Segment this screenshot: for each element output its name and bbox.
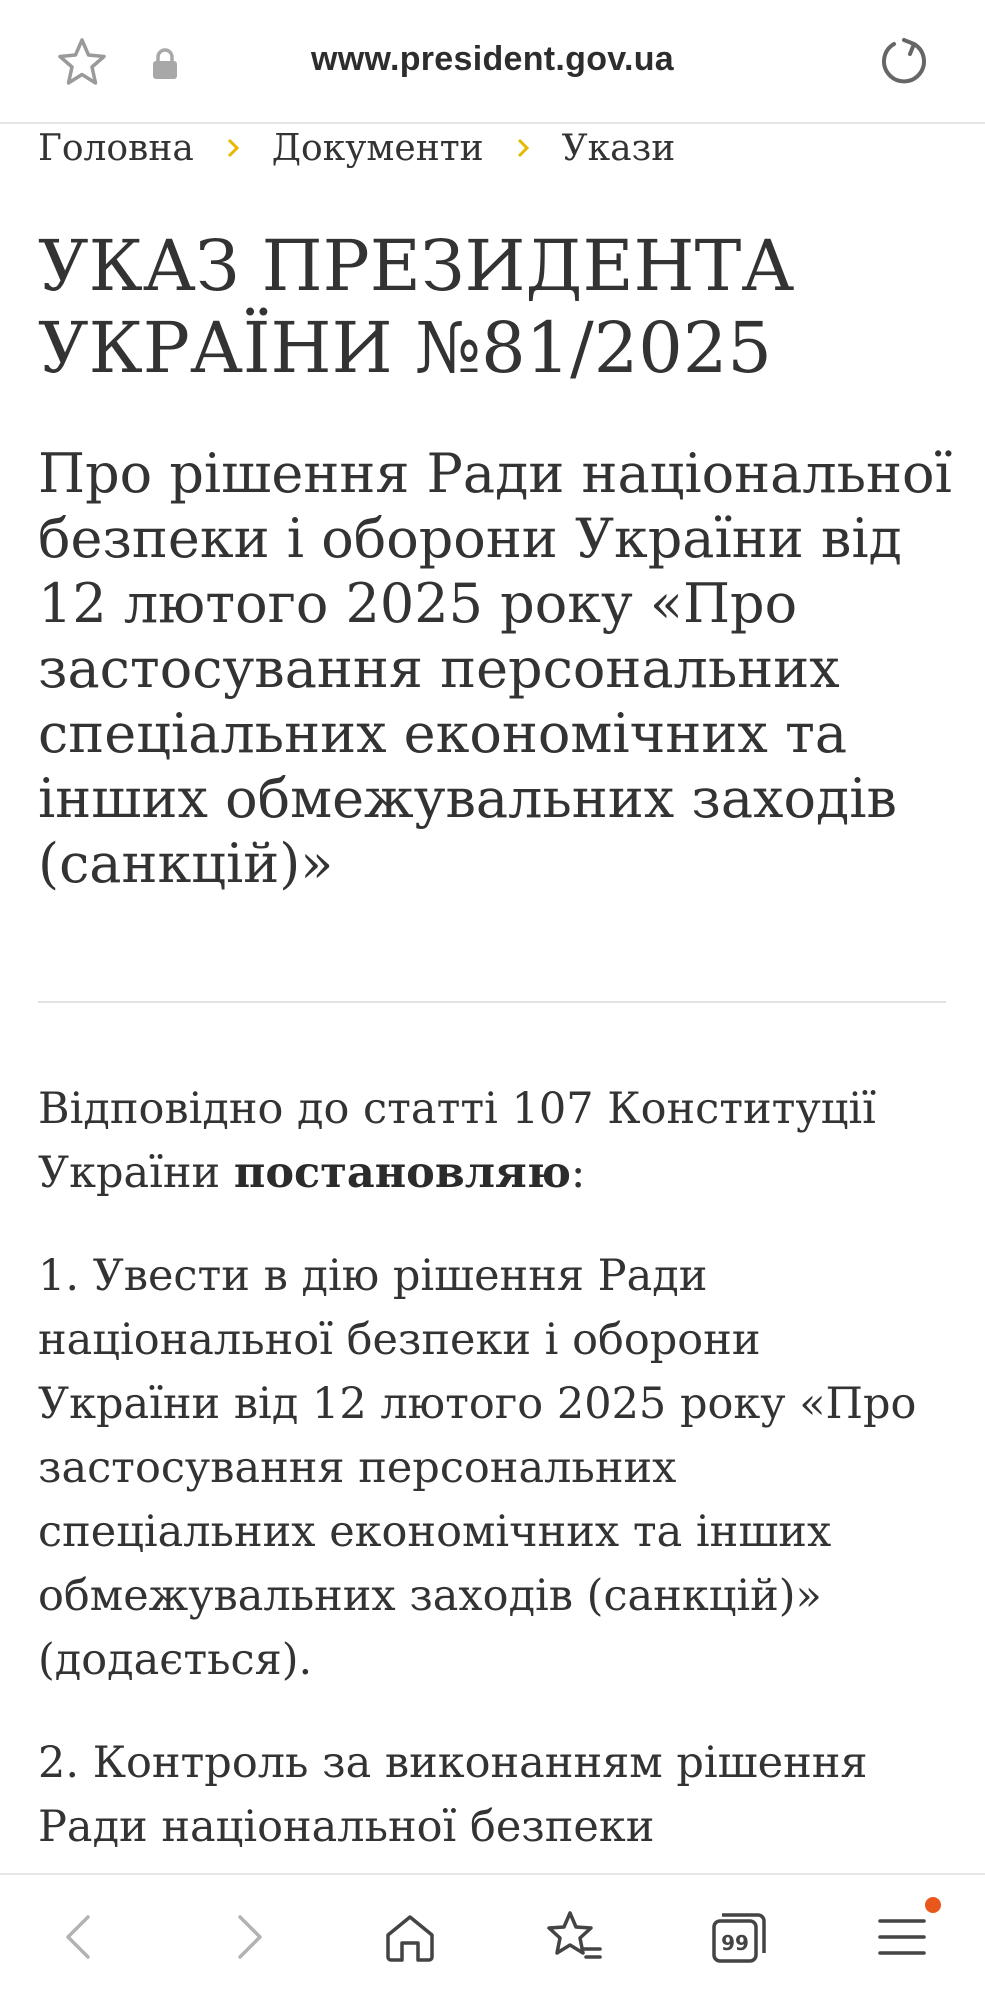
browser-bottom-bar: 99: [0, 1873, 985, 2001]
breadcrumb: Головна Документи Укази: [38, 120, 675, 176]
home-icon[interactable]: [378, 1905, 442, 1969]
breadcrumb-item-decrees[interactable]: Укази: [562, 128, 676, 169]
star-list-icon[interactable]: [542, 1905, 606, 1969]
title-line-2: УКРАЇНИ №81/2025: [38, 307, 772, 389]
menu-icon[interactable]: [870, 1905, 934, 1969]
notification-dot: [925, 1897, 941, 1913]
page-title: УКАЗ ПРЕЗИДЕНТА УКРАЇНИ №81/2025: [38, 225, 948, 389]
chevron-left-icon[interactable]: [48, 1905, 112, 1969]
title-line-1: УКАЗ ПРЕЗИДЕНТА: [38, 225, 795, 307]
paragraph-intro: Відповідно до статті 107 Конституції Укр…: [38, 1077, 948, 1205]
paragraph-2: 2. Контроль за виконанням рішення Ради н…: [38, 1738, 868, 1852]
url-text[interactable]: www.president.gov.ua: [0, 40, 985, 79]
document-subtitle: Про рішення Ради національної безпеки і …: [38, 442, 952, 895]
breadcrumb-item-documents[interactable]: Документи: [272, 128, 484, 169]
tabs-count: 99: [721, 1931, 749, 1955]
divider: [38, 1001, 946, 1003]
chevron-right-icon: [517, 138, 529, 158]
reload-icon[interactable]: [874, 34, 930, 90]
intro-bold: постановляю: [233, 1148, 571, 1198]
intro-end: :: [570, 1148, 586, 1198]
paragraph-1: 1. Увести в дію рішення Ради національно…: [38, 1251, 917, 1685]
chevron-right-icon: [227, 138, 239, 158]
tabs-icon[interactable]: 99: [706, 1905, 770, 1969]
browser-url-bar: www.president.gov.ua: [0, 0, 985, 124]
chevron-right-icon[interactable]: [216, 1905, 280, 1969]
breadcrumb-item-home[interactable]: Головна: [38, 128, 194, 169]
